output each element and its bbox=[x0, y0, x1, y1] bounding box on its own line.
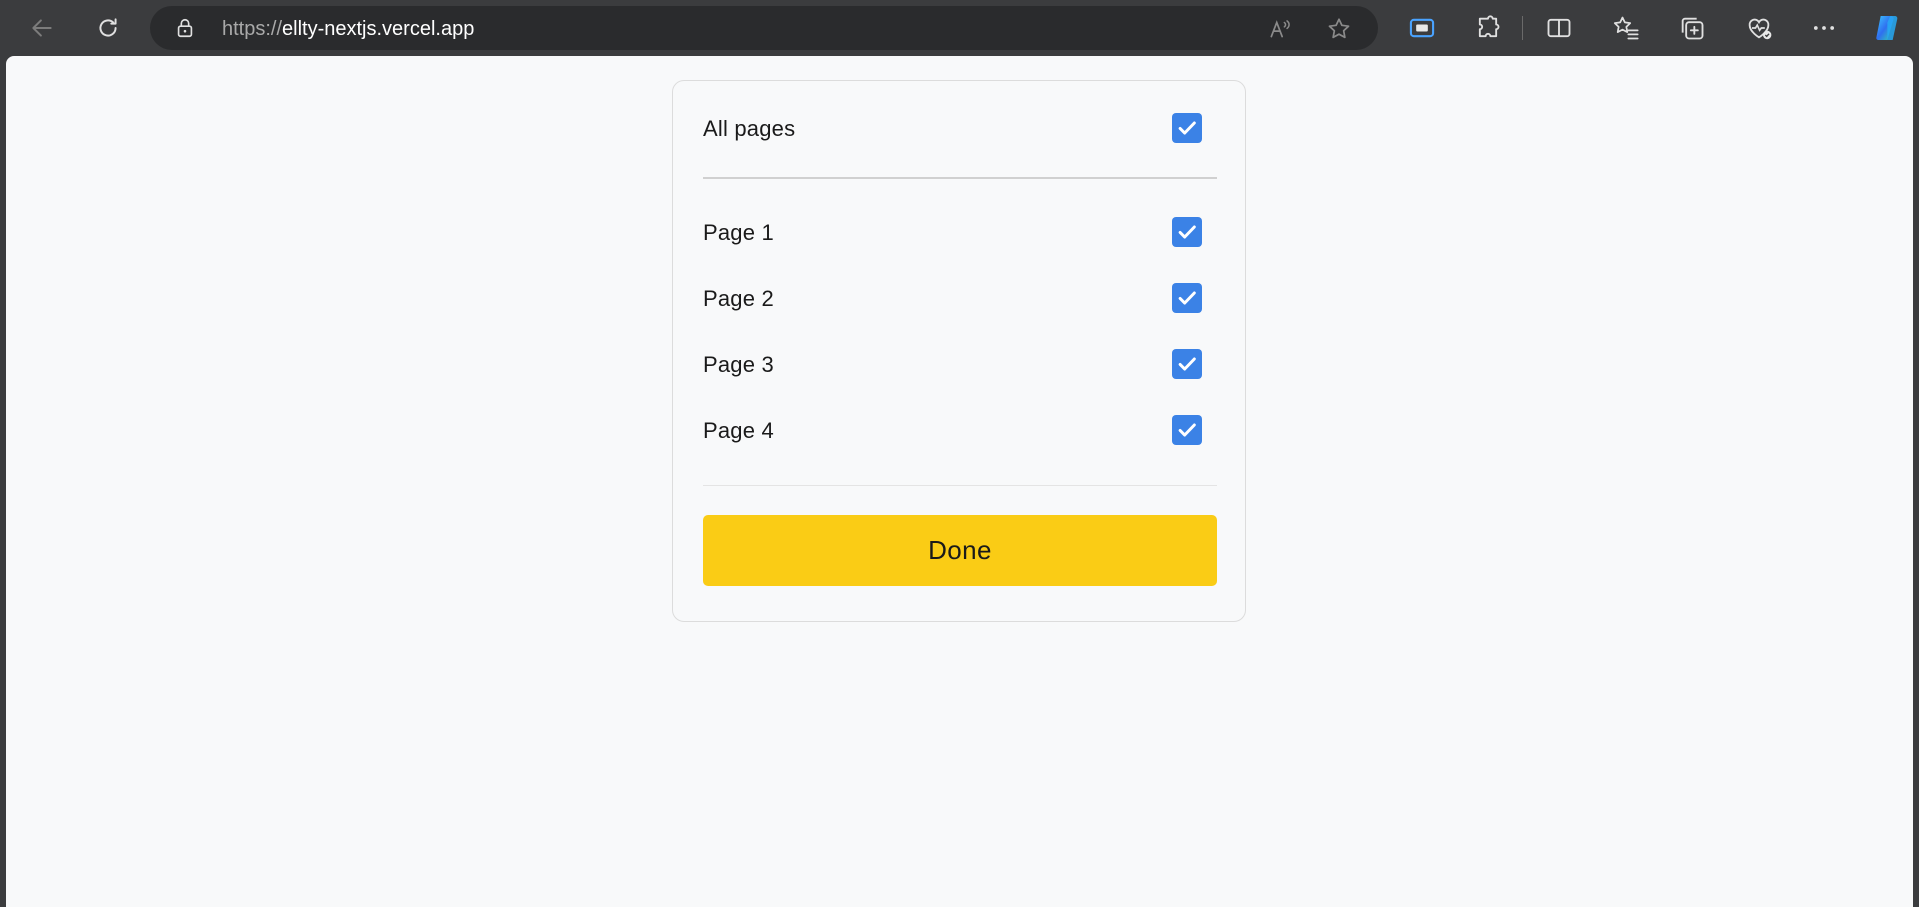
page-label: Page 3 bbox=[703, 352, 774, 377]
divider bbox=[703, 485, 1217, 486]
page-checkbox[interactable] bbox=[1172, 283, 1202, 313]
more-icon[interactable] bbox=[1808, 12, 1840, 44]
all-pages-label: All pages bbox=[703, 116, 796, 141]
toolbar-separator bbox=[1522, 16, 1523, 40]
page-label: Page 4 bbox=[703, 418, 774, 443]
copilot-icon[interactable] bbox=[1870, 12, 1902, 44]
check-icon bbox=[1178, 423, 1196, 437]
page-checkbox[interactable] bbox=[1172, 349, 1202, 379]
page-checkbox[interactable] bbox=[1172, 415, 1202, 445]
browser-toolbar: https://ellty-nextjs.vercel.app bbox=[0, 0, 1919, 56]
collections-icon[interactable] bbox=[1676, 12, 1708, 44]
lock-icon[interactable] bbox=[174, 17, 196, 39]
check-icon bbox=[1178, 357, 1196, 371]
puzzle-icon[interactable] bbox=[1472, 12, 1504, 44]
split-screen-icon[interactable] bbox=[1543, 12, 1575, 44]
page-label: Page 2 bbox=[703, 286, 774, 311]
page-label: Page 1 bbox=[703, 220, 774, 245]
read-aloud-icon[interactable] bbox=[1267, 16, 1293, 42]
page-selector-card: All pages Page 1 Page 2 Page 3 Page 4 Do… bbox=[672, 80, 1246, 622]
star-icon[interactable] bbox=[1326, 16, 1352, 42]
check-icon bbox=[1178, 291, 1196, 305]
page-checkbox[interactable] bbox=[1172, 217, 1202, 247]
page-row[interactable]: Page 2 bbox=[703, 278, 1217, 318]
reload-icon[interactable] bbox=[88, 8, 128, 48]
check-icon bbox=[1178, 121, 1196, 135]
page-row[interactable]: Page 1 bbox=[703, 212, 1217, 252]
page-row[interactable]: Page 3 bbox=[703, 344, 1217, 384]
done-button[interactable]: Done bbox=[703, 515, 1217, 586]
all-pages-checkbox[interactable] bbox=[1172, 113, 1202, 143]
divider bbox=[703, 177, 1217, 179]
cast-icon[interactable] bbox=[1406, 12, 1438, 44]
page-row[interactable]: Page 4 bbox=[703, 410, 1217, 450]
heart-pulse-icon[interactable] bbox=[1743, 12, 1775, 44]
back-arrow-icon[interactable] bbox=[22, 8, 62, 48]
all-pages-row[interactable]: All pages bbox=[703, 108, 1217, 148]
check-icon bbox=[1178, 225, 1196, 239]
url-text[interactable]: https://ellty-nextjs.vercel.app bbox=[222, 18, 474, 41]
favorites-icon[interactable] bbox=[1610, 12, 1642, 44]
page-viewport: All pages Page 1 Page 2 Page 3 Page 4 Do… bbox=[6, 56, 1913, 907]
address-bar[interactable]: https://ellty-nextjs.vercel.app bbox=[150, 6, 1378, 50]
